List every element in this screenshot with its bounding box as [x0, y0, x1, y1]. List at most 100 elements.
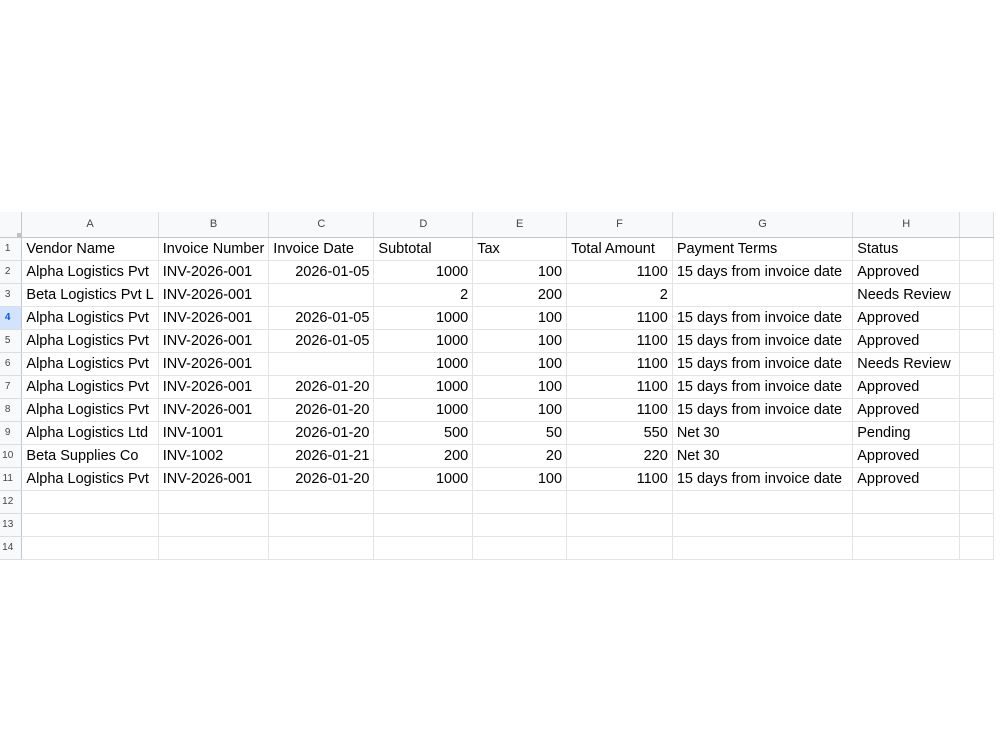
- cell-invoice-date[interactable]: 2026-01-20: [268, 375, 375, 399]
- row-header[interactable]: 4: [0, 306, 23, 330]
- cell-empty[interactable]: [959, 260, 994, 284]
- cell-payment-terms[interactable]: 15 days from invoice date: [672, 398, 854, 422]
- cell-subtotal[interactable]: 1000: [373, 306, 474, 330]
- cell-invoice-date[interactable]: [268, 352, 375, 376]
- cell-tax[interactable]: 100: [472, 375, 568, 399]
- cell-payment-terms-header[interactable]: Payment Terms: [672, 237, 854, 261]
- cell-tax[interactable]: 100: [472, 467, 568, 491]
- cell-vendor-name[interactable]: Alpha Logistics Pvt: [21, 329, 159, 353]
- cell-subtotal[interactable]: 1000: [373, 329, 474, 353]
- row-header[interactable]: 13: [0, 513, 23, 537]
- cell-invoice-number[interactable]: [158, 513, 270, 537]
- cell-invoice-number[interactable]: INV-2026-001: [158, 283, 270, 307]
- cell-payment-terms[interactable]: 15 days from invoice date: [672, 306, 854, 330]
- cell-status[interactable]: Approved: [852, 306, 961, 330]
- cell-tax[interactable]: 100: [472, 260, 568, 284]
- cell-vendor-name[interactable]: [21, 490, 159, 514]
- column-header-f[interactable]: F: [566, 212, 673, 238]
- cell-total-amount[interactable]: 220: [566, 444, 673, 468]
- cell-invoice-date[interactable]: 2026-01-05: [268, 329, 375, 353]
- cell-status[interactable]: Approved: [852, 398, 961, 422]
- cell-empty[interactable]: [959, 398, 994, 422]
- cell-payment-terms[interactable]: 15 days from invoice date: [672, 329, 854, 353]
- row-header[interactable]: 10: [0, 444, 23, 468]
- cell-payment-terms[interactable]: 15 days from invoice date: [672, 467, 854, 491]
- cell-tax[interactable]: 100: [472, 398, 568, 422]
- cell-empty[interactable]: [959, 490, 994, 514]
- cell-total-amount[interactable]: [566, 513, 673, 537]
- cell-empty[interactable]: [959, 444, 994, 468]
- cell-empty[interactable]: [959, 352, 994, 376]
- cell-subtotal[interactable]: 2: [373, 283, 474, 307]
- cell-invoice-number[interactable]: INV-2026-001: [158, 375, 270, 399]
- cell-subtotal[interactable]: [373, 513, 474, 537]
- column-header-i[interactable]: [959, 212, 994, 238]
- cell-invoice-date[interactable]: 2026-01-05: [268, 306, 375, 330]
- cell-vendor-name-header[interactable]: Vendor Name: [21, 237, 159, 261]
- cell-total-amount[interactable]: 550: [566, 421, 673, 445]
- cell-status[interactable]: Pending: [852, 421, 961, 445]
- cell-payment-terms[interactable]: [672, 490, 854, 514]
- cell-subtotal[interactable]: 1000: [373, 398, 474, 422]
- cell-total-amount[interactable]: 1100: [566, 260, 673, 284]
- cell-vendor-name[interactable]: [21, 536, 159, 560]
- cell-status[interactable]: Needs Review: [852, 283, 961, 307]
- cell-empty[interactable]: [959, 513, 994, 537]
- cell-invoice-number-header[interactable]: Invoice Number: [158, 237, 270, 261]
- spreadsheet-grid[interactable]: A B C D E F G H 1 Vendor Name Invoice Nu…: [0, 212, 994, 560]
- cell-vendor-name[interactable]: Alpha Logistics Pvt: [21, 375, 159, 399]
- cell-invoice-number[interactable]: INV-2026-001: [158, 306, 270, 330]
- cell-status[interactable]: Approved: [852, 329, 961, 353]
- cell-tax[interactable]: 20: [472, 444, 568, 468]
- cell-subtotal[interactable]: [373, 490, 474, 514]
- cell-invoice-number[interactable]: INV-2026-001: [158, 329, 270, 353]
- cell-total-amount[interactable]: 1100: [566, 398, 673, 422]
- row-header[interactable]: 8: [0, 398, 23, 422]
- cell-invoice-number[interactable]: INV-2026-001: [158, 398, 270, 422]
- cell-total-amount[interactable]: 1100: [566, 352, 673, 376]
- cell-subtotal[interactable]: [373, 536, 474, 560]
- cell-total-amount[interactable]: 1100: [566, 467, 673, 491]
- cell-payment-terms[interactable]: Net 30: [672, 444, 854, 468]
- cell-tax[interactable]: [472, 490, 568, 514]
- cell-empty[interactable]: [959, 283, 994, 307]
- cell-total-amount[interactable]: 2: [566, 283, 673, 307]
- cell-total-amount[interactable]: 1100: [566, 306, 673, 330]
- cell-invoice-number[interactable]: INV-1002: [158, 444, 270, 468]
- cell-subtotal[interactable]: 1000: [373, 467, 474, 491]
- row-header[interactable]: 12: [0, 490, 23, 514]
- row-header[interactable]: 14: [0, 536, 23, 560]
- cell-payment-terms[interactable]: 15 days from invoice date: [672, 260, 854, 284]
- cell-status[interactable]: Approved: [852, 375, 961, 399]
- column-header-a[interactable]: A: [21, 212, 159, 238]
- cell-tax[interactable]: 50: [472, 421, 568, 445]
- cell-status[interactable]: Approved: [852, 260, 961, 284]
- cell-invoice-date[interactable]: [268, 536, 375, 560]
- cell-tax[interactable]: 100: [472, 329, 568, 353]
- column-header-h[interactable]: H: [852, 212, 961, 238]
- row-header[interactable]: 11: [0, 467, 23, 491]
- cell-invoice-number[interactable]: [158, 490, 270, 514]
- cell-payment-terms[interactable]: 15 days from invoice date: [672, 352, 854, 376]
- column-header-g[interactable]: G: [672, 212, 854, 238]
- row-header[interactable]: 9: [0, 421, 23, 445]
- cell-invoice-number[interactable]: INV-1001: [158, 421, 270, 445]
- cell-invoice-date[interactable]: [268, 513, 375, 537]
- row-header[interactable]: 3: [0, 283, 23, 307]
- cell-subtotal[interactable]: 500: [373, 421, 474, 445]
- cell-tax[interactable]: [472, 513, 568, 537]
- cell-status[interactable]: Approved: [852, 444, 961, 468]
- row-header[interactable]: 6: [0, 352, 23, 376]
- cell-invoice-date[interactable]: 2026-01-20: [268, 467, 375, 491]
- cell-subtotal[interactable]: 200: [373, 444, 474, 468]
- cell-invoice-date[interactable]: 2026-01-20: [268, 421, 375, 445]
- cell-payment-terms[interactable]: 15 days from invoice date: [672, 375, 854, 399]
- cell-status[interactable]: [852, 513, 961, 537]
- column-header-e[interactable]: E: [472, 212, 568, 238]
- cell-status[interactable]: [852, 490, 961, 514]
- cell-subtotal[interactable]: 1000: [373, 352, 474, 376]
- cell-status[interactable]: Approved: [852, 467, 961, 491]
- cell-tax[interactable]: [472, 536, 568, 560]
- cell-subtotal[interactable]: 1000: [373, 260, 474, 284]
- cell-status-header[interactable]: Status: [852, 237, 961, 261]
